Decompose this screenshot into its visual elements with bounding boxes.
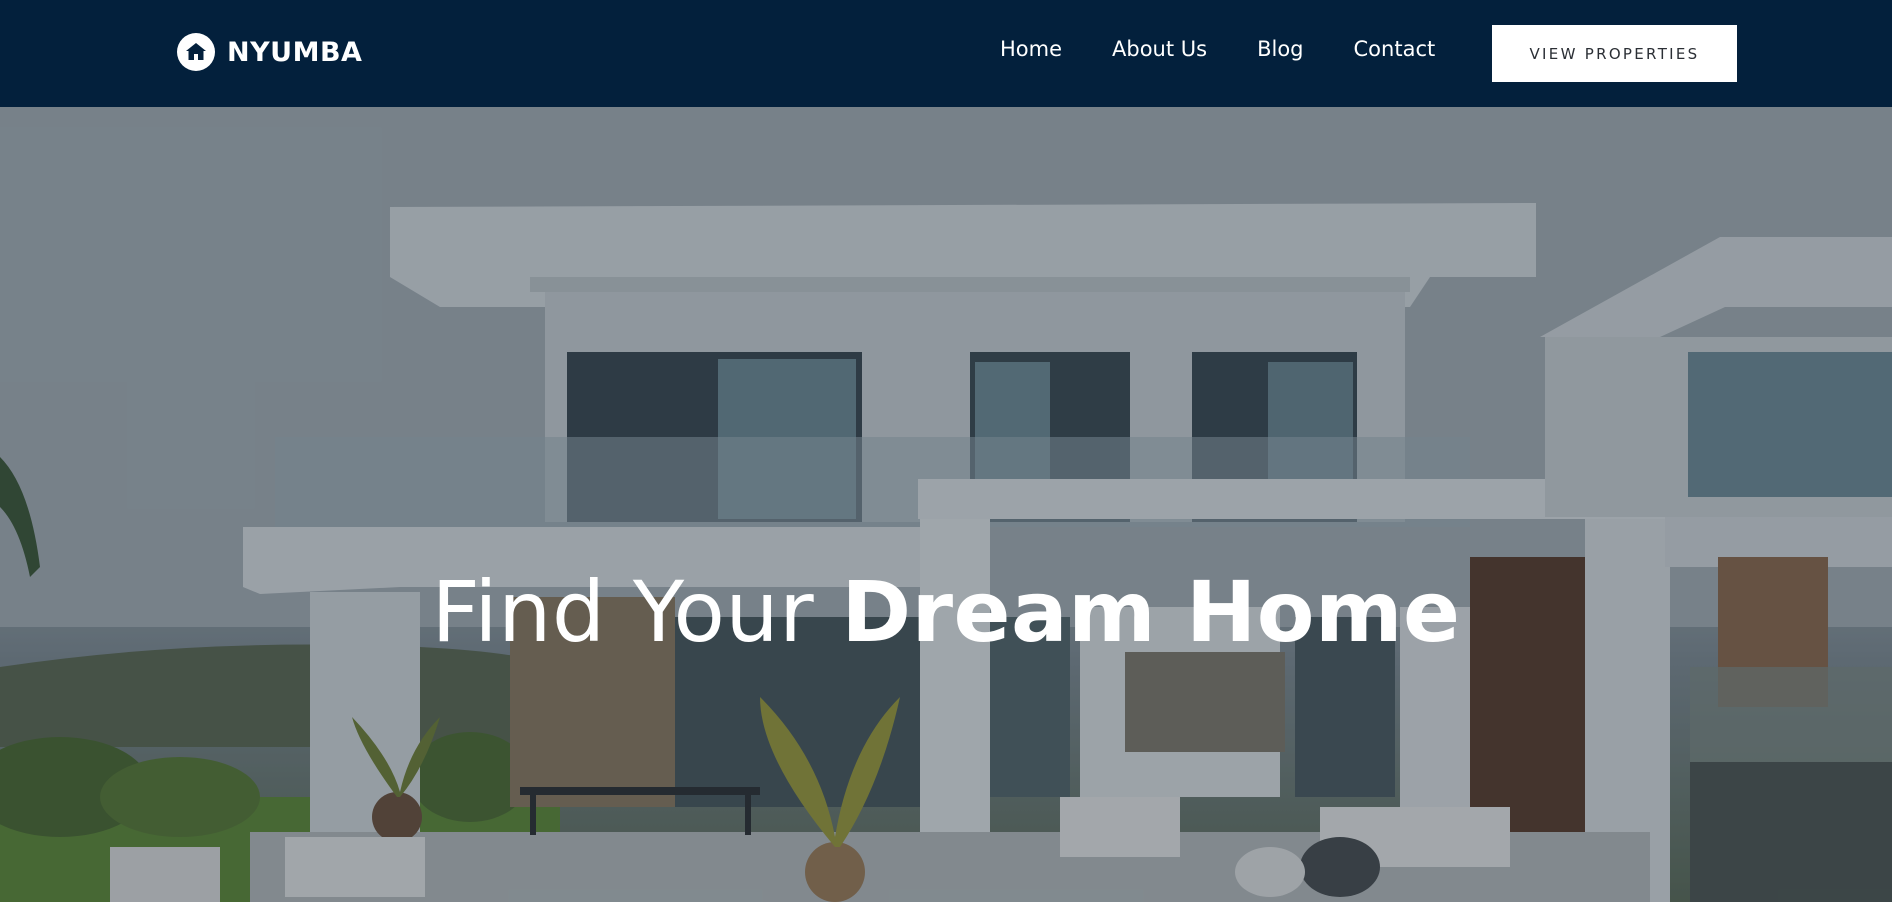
view-properties-button[interactable]: VIEW PROPERTIES	[1492, 25, 1737, 82]
nav-about-link[interactable]: About Us	[1112, 37, 1207, 61]
nav-home-link[interactable]: Home	[1000, 37, 1062, 61]
site-header: NYUMBA Home About Us Blog Contact VIEW P…	[0, 0, 1892, 107]
hero-headline-bold: Dream Home	[841, 563, 1461, 662]
hero-headline: Find Your Dream Home	[0, 570, 1892, 654]
brand-name: NYUMBA	[227, 36, 363, 68]
hero-headline-light: Find Your	[431, 563, 842, 662]
home-icon	[177, 33, 215, 71]
hero-dim-overlay	[0, 107, 1892, 902]
brand-logo[interactable]: NYUMBA	[177, 32, 362, 72]
main-nav: Home About Us Blog Contact	[1000, 37, 1485, 61]
hero-section: Find Your Dream Home	[0, 107, 1892, 902]
nav-contact-link[interactable]: Contact	[1354, 37, 1436, 61]
nav-blog-link[interactable]: Blog	[1257, 37, 1303, 61]
